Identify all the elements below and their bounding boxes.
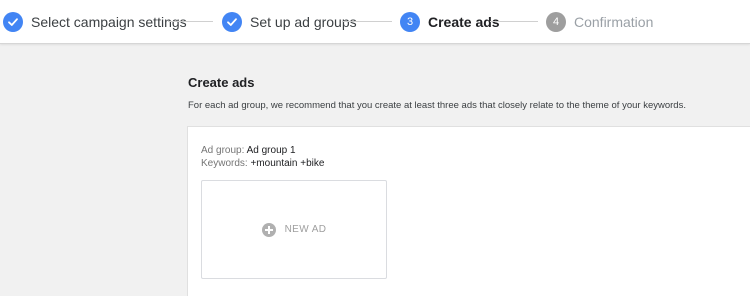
step-connector — [168, 21, 213, 22]
new-ad-button[interactable]: NEW AD — [201, 180, 387, 279]
step-label: Select campaign settings — [31, 14, 187, 30]
step-set-up-ad-groups[interactable]: Set up ad groups — [222, 0, 357, 44]
plus-circle-icon — [261, 222, 276, 237]
keywords-info: Keywords: +mountain +bike — [201, 158, 324, 169]
page-description: For each ad group, we recommend that you… — [188, 100, 686, 111]
step-number: 3 — [400, 12, 420, 32]
step-create-ads[interactable]: 3 Create ads — [400, 0, 500, 44]
step-connector — [490, 21, 538, 22]
keywords-value: +mountain +bike — [250, 158, 325, 169]
step-confirmation[interactable]: 4 Confirmation — [546, 0, 653, 44]
step-connector — [342, 21, 392, 22]
keywords-label: Keywords: — [201, 158, 248, 169]
checkmark-icon — [3, 12, 23, 32]
step-number: 4 — [546, 12, 566, 32]
new-ad-label: NEW AD — [284, 224, 327, 235]
checkmark-icon — [222, 12, 242, 32]
ad-group-panel: Ad group: Ad group 1 Keywords: +mountain… — [187, 126, 750, 296]
ad-group-name: Ad group 1 — [246, 145, 296, 156]
ad-group-label: Ad group: — [201, 145, 245, 156]
step-select-campaign-settings[interactable]: Select campaign settings — [3, 0, 187, 44]
ad-group-info: Ad group: Ad group 1 — [201, 145, 296, 156]
page-title: Create ads — [188, 75, 255, 90]
step-label: Create ads — [428, 14, 500, 30]
stepper: Select campaign settings Set up ad group… — [0, 0, 750, 44]
step-label: Confirmation — [574, 14, 654, 30]
step-label: Set up ad groups — [250, 14, 357, 30]
